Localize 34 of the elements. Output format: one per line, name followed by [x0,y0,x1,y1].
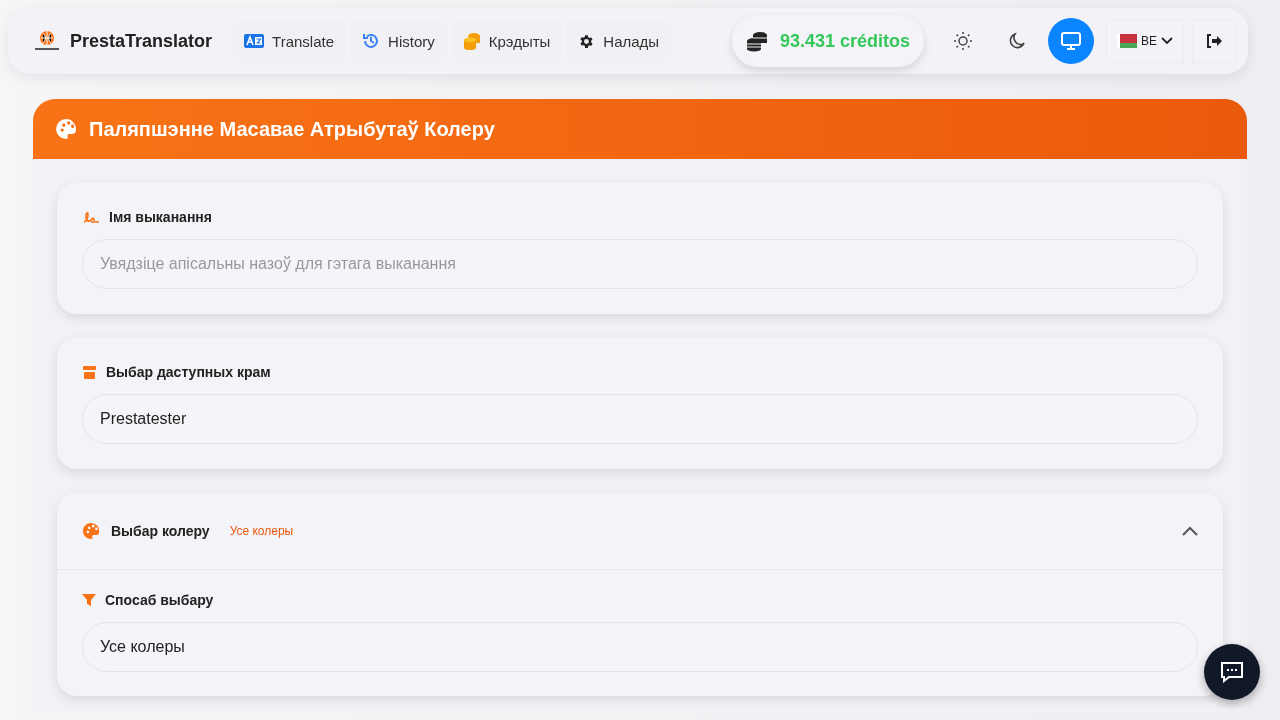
input-field[interactable]: Увядзіце апісальны назоў для гэтага выканання [82,239,1198,289]
credits-amount: 93.431 créditos [779,30,910,52]
monitor-icon [1060,31,1082,51]
history-icon [362,32,381,50]
signature-icon [82,210,100,224]
sun-icon [953,31,973,51]
logout-button[interactable] [1192,19,1236,63]
coins-icon [745,30,768,52]
brand-name[interactable]: PrestaTranslator [70,30,213,52]
input-field[interactable]: Prestatester [82,394,1198,444]
theme-button[interactable] [1048,18,1094,64]
moon-icon [1007,31,1027,51]
logo-icon [32,29,62,53]
palette-icon [55,118,77,140]
field-label: Выбар даступных крам [106,364,271,380]
translate-icon [244,34,265,48]
field-label: Імя выканання [109,209,212,225]
logout-icon [1206,34,1222,48]
chevron-up-icon [1182,526,1198,536]
panel-title: Паляпшэнне Масавае Атрыбутаў Колеру [89,117,495,141]
section-title: Выбар колеру [111,523,210,539]
language-selector[interactable]: BE [1106,19,1184,63]
field-label: Спосаб выбару [105,592,214,608]
chat-icon [1220,661,1244,683]
chevron-down-icon [1161,37,1173,45]
settings-icon [578,32,596,50]
coins-icon [462,32,481,50]
palette-icon [82,522,100,540]
filter-summary-label: Усе колеры [229,524,294,538]
store-icon [82,364,97,380]
filter-icon [82,593,96,607]
select-field[interactable]: Усе колеры [82,622,1198,672]
flag-icon [1117,34,1137,48]
collapse-toggle[interactable] [1182,526,1198,536]
